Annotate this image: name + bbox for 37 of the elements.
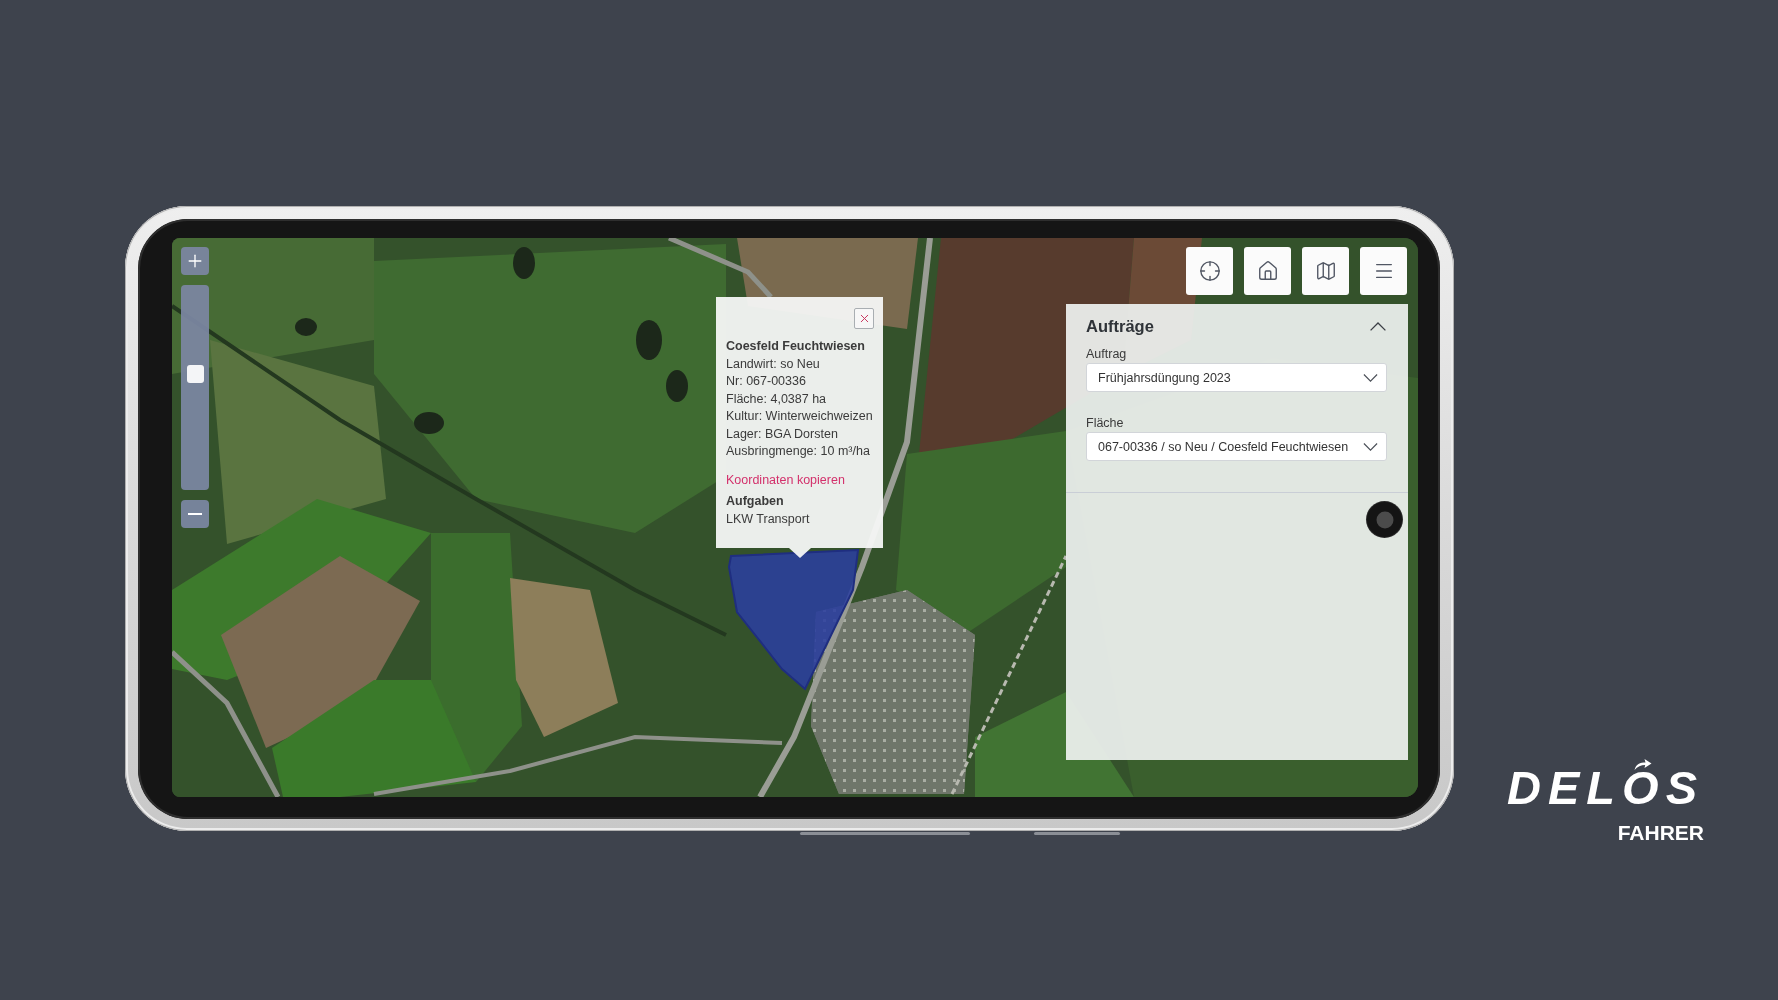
brand-logo-text: DELOS [1507, 771, 1704, 805]
field-label: Auftrag [1086, 347, 1128, 362]
menu-button[interactable] [1360, 247, 1407, 295]
map-button[interactable] [1302, 247, 1349, 295]
select-field[interactable]: 067-00336 / so Neu / Coesfeld Feuchtwiesen [1086, 432, 1387, 461]
chevron-down-icon [1363, 373, 1378, 382]
field-polygon[interactable] [727, 548, 861, 692]
circle-icon [1375, 510, 1394, 529]
chevron-down-icon [1363, 442, 1378, 451]
popup-detail-text: Ausbringmenge: 10 m³/ha [726, 443, 871, 460]
popup-title: Coesfeld Feuchtwiesen [726, 338, 866, 355]
zoom-out-button[interactable] [181, 500, 209, 528]
popup-detail-text: Fläche: 4,0387 ha [726, 390, 828, 408]
folded-map-icon [1314, 260, 1337, 282]
zoom-slider-track[interactable] [181, 285, 209, 490]
zoom-slider-thumb[interactable] [187, 365, 204, 384]
minus-icon [188, 513, 202, 515]
panel-title: Aufträge [1086, 316, 1154, 336]
chevron-up-icon [1370, 321, 1386, 331]
task-text: LKW Transport [726, 510, 811, 528]
house-icon [1256, 260, 1279, 282]
popup-detail-text: Kultur: Winterweichweizen [726, 408, 874, 425]
curved-arrow-icon [1634, 759, 1652, 770]
tasks-heading: Aufgaben [726, 493, 785, 510]
field-label: Fläche [1086, 416, 1125, 431]
popup-detail-text: Landwirt: so Neu [726, 355, 821, 373]
round-button[interactable] [1367, 502, 1402, 537]
crosshair-icon [1198, 260, 1221, 282]
close-button[interactable] [854, 308, 874, 329]
zoom-in-button[interactable] [181, 247, 209, 275]
brand-subtitle: FAHRER [1617, 821, 1704, 845]
copy-coordinates-link[interactable]: Koordinaten kopieren [726, 471, 874, 489]
select-field[interactable]: Frühjahrsdüngung 2023 [1086, 363, 1387, 392]
popup-detail-text: Nr: 067-00336 [726, 373, 807, 390]
locate-button[interactable] [1186, 247, 1233, 295]
home-button[interactable] [1244, 247, 1291, 295]
popup-detail-text: Lager: BGA Dorsten [726, 425, 839, 443]
